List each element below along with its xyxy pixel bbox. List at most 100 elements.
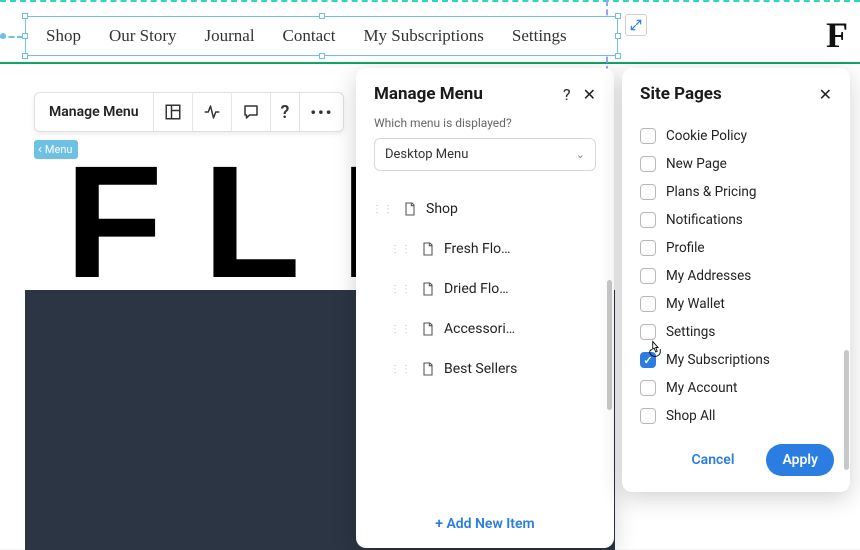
checkbox[interactable] xyxy=(640,408,656,424)
page-icon xyxy=(420,321,436,337)
menu-item-shop[interactable]: ⋮⋮ Shop xyxy=(366,189,608,229)
panel-close-button[interactable]: ✕ xyxy=(583,85,596,104)
nav-item-my-subscriptions[interactable]: My Subscriptions xyxy=(363,26,483,46)
site-page-label: New Page xyxy=(666,156,727,172)
selection-handle[interactable] xyxy=(615,53,621,59)
more-button[interactable]: ••• xyxy=(300,93,343,131)
site-panel-scrollbar[interactable] xyxy=(844,350,849,470)
checkbox[interactable] xyxy=(640,296,656,312)
which-menu-label: Which menu is displayed? xyxy=(356,116,614,138)
site-page-settings[interactable]: Settings xyxy=(640,318,836,346)
comment-button[interactable] xyxy=(232,93,271,131)
manage-menu-title: Manage Menu xyxy=(374,84,483,104)
page-icon xyxy=(420,241,436,257)
checkbox[interactable] xyxy=(640,128,656,144)
checkbox[interactable] xyxy=(640,324,656,340)
site-page-shop-all[interactable]: Shop All xyxy=(640,402,836,430)
nav-item-journal[interactable]: Journal xyxy=(205,26,255,46)
guide-left-dot xyxy=(0,33,6,39)
checkbox[interactable] xyxy=(640,380,656,396)
selection-handle[interactable] xyxy=(319,13,325,19)
page-icon xyxy=(420,361,436,377)
add-new-item-button[interactable]: + Add New Item xyxy=(356,501,614,548)
manage-panel-scrollbar[interactable] xyxy=(607,280,612,410)
nav-item-contact[interactable]: Contact xyxy=(283,26,336,46)
selection-handle[interactable] xyxy=(615,13,621,19)
comment-icon xyxy=(242,103,260,121)
site-page-cookie-policy[interactable]: Cookie Policy xyxy=(640,122,836,150)
menu-item-accessories[interactable]: ⋮⋮ Accessori… xyxy=(366,309,608,349)
checkbox[interactable] xyxy=(640,268,656,284)
menu-select-dropdown[interactable]: Desktop Menu ⌄ xyxy=(374,138,596,171)
layout-presets-button[interactable] xyxy=(154,93,193,131)
element-tag-menu[interactable]: Menu xyxy=(34,140,78,159)
drag-handle-icon[interactable]: ⋮⋮ xyxy=(390,364,412,375)
drag-handle-icon[interactable]: ⋮⋮ xyxy=(390,284,412,295)
animation-icon xyxy=(203,103,221,121)
expand-icon xyxy=(629,18,643,32)
checkbox[interactable] xyxy=(640,212,656,228)
checkbox[interactable] xyxy=(640,352,656,368)
selection-handle[interactable] xyxy=(22,53,28,59)
drag-handle-icon[interactable]: ⋮⋮ xyxy=(372,204,394,215)
checkbox[interactable] xyxy=(640,184,656,200)
site-page-my-wallet[interactable]: My Wallet xyxy=(640,290,836,318)
panel-help-button[interactable]: ? xyxy=(563,85,571,104)
more-icon: ••• xyxy=(310,103,333,122)
site-page-label: My Account xyxy=(666,380,737,396)
help-button[interactable]: ? xyxy=(271,93,301,131)
site-page-label: Cookie Policy xyxy=(666,128,747,144)
element-tag-label: Menu xyxy=(45,143,73,156)
checkbox[interactable] xyxy=(640,240,656,256)
site-page-my-subscriptions[interactable]: My Subscriptions xyxy=(640,346,836,374)
site-page-new-page[interactable]: New Page xyxy=(640,150,836,178)
drag-handle-icon[interactable]: ⋮⋮ xyxy=(390,324,412,335)
apply-button[interactable]: Apply xyxy=(766,444,834,476)
help-icon: ? xyxy=(281,102,290,123)
chevron-down-icon: ⌄ xyxy=(576,148,585,161)
manage-menu-button[interactable]: Manage Menu xyxy=(35,93,154,131)
nav-item-our-story[interactable]: Our Story xyxy=(109,26,177,46)
site-page-profile[interactable]: Profile xyxy=(640,234,836,262)
nav-item-settings[interactable]: Settings xyxy=(512,26,567,46)
site-pages-panel: Site Pages ✕ Cookie Policy New Page Plan… xyxy=(622,68,850,492)
menu-item-label: Shop xyxy=(426,201,458,217)
selection-handle[interactable] xyxy=(615,33,621,39)
menu-items-tree: ⋮⋮ Shop ⋮⋮ Fresh Flo… ⋮⋮ Dried Flo… ⋮⋮ A… xyxy=(356,185,614,501)
selection-handle[interactable] xyxy=(22,13,28,19)
manage-menu-panel: Manage Menu ? ✕ Which menu is displayed?… xyxy=(356,68,614,548)
site-page-label: Shop All xyxy=(666,408,715,424)
menu-item-dried-flowers[interactable]: ⋮⋮ Dried Flo… xyxy=(366,269,608,309)
site-page-my-addresses[interactable]: My Addresses xyxy=(640,262,836,290)
menu-item-label: Fresh Flo… xyxy=(444,241,511,257)
menu-item-label: Best Sellers xyxy=(444,361,517,377)
cancel-button[interactable]: Cancel xyxy=(676,444,751,476)
site-page-label: Plans & Pricing xyxy=(666,184,756,200)
site-page-plans-pricing[interactable]: Plans & Pricing xyxy=(640,178,836,206)
guide-top xyxy=(0,0,860,2)
site-page-label: Notifications xyxy=(666,212,743,228)
site-page-my-account[interactable]: My Account xyxy=(640,374,836,402)
menu-item-best-sellers[interactable]: ⋮⋮ Best Sellers xyxy=(366,349,608,389)
site-nav-menu[interactable]: Shop Our Story Journal Contact My Subscr… xyxy=(25,16,618,56)
page-icon xyxy=(402,201,418,217)
site-page-label: Profile xyxy=(666,240,705,256)
panel-close-button[interactable]: ✕ xyxy=(819,85,832,104)
animation-button[interactable] xyxy=(193,93,232,131)
site-page-label: My Addresses xyxy=(666,268,751,284)
expand-button[interactable] xyxy=(625,14,647,36)
site-pages-list: Cookie Policy New Page Plans & Pricing N… xyxy=(622,116,850,430)
site-page-notifications[interactable]: Notifications xyxy=(640,206,836,234)
selection-handle[interactable] xyxy=(319,53,325,59)
context-toolbar: Manage Menu ? ••• xyxy=(34,92,344,132)
checkbox[interactable] xyxy=(640,156,656,172)
menu-item-fresh-flowers[interactable]: ⋮⋮ Fresh Flo… xyxy=(366,229,608,269)
menu-select-value: Desktop Menu xyxy=(385,147,468,162)
site-pages-title: Site Pages xyxy=(640,84,722,104)
nav-item-shop[interactable]: Shop xyxy=(46,26,81,46)
drag-handle-icon[interactable]: ⋮⋮ xyxy=(390,244,412,255)
layout-icon xyxy=(164,103,182,121)
guide-under-nav xyxy=(0,62,860,64)
selection-handle[interactable] xyxy=(22,33,28,39)
menu-item-label: Accessori… xyxy=(444,321,515,337)
